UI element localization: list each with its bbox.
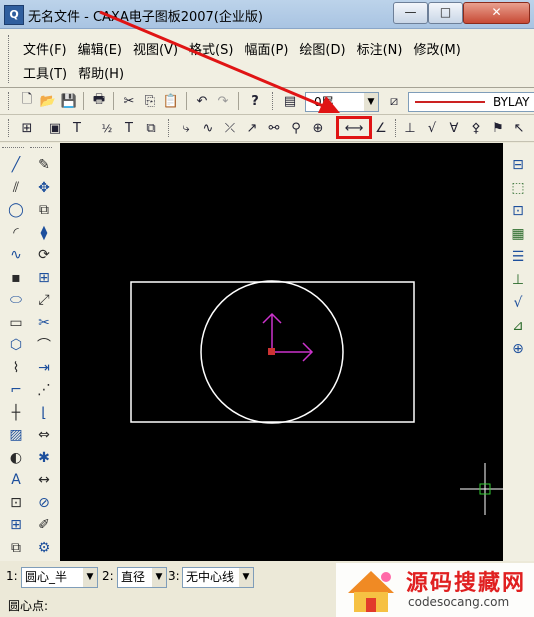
param-1-label: 1: <box>6 569 18 583</box>
param-2-select[interactable]: 直径 ▼ <box>117 567 167 588</box>
watermark-title: 源码搜藏网 <box>406 571 527 596</box>
param-3-select[interactable]: 无中心线 ▼ <box>182 567 254 588</box>
command-prompt: 圆心点: <box>8 599 49 613</box>
param-2-value: 直径 <box>121 570 146 584</box>
chevron-down-icon[interactable]: ▼ <box>83 568 97 587</box>
watermark-url: codesocang.com <box>408 595 510 609</box>
param-3-value: 无中心线 <box>186 570 235 584</box>
param-3-label: 3: <box>168 569 180 583</box>
chevron-down-icon[interactable]: ▼ <box>239 568 253 587</box>
house-logo-icon <box>348 571 394 612</box>
watermark: 源码搜藏网 codesocang.com <box>336 563 534 617</box>
param-1-value: 圆心_半 <box>25 570 68 584</box>
chevron-down-icon[interactable]: ▼ <box>152 568 166 587</box>
param-1-select[interactable]: 圆心_半 ▼ <box>21 567 98 588</box>
annotation-arrow <box>99 10 340 113</box>
param-2-label: 2: <box>102 569 114 583</box>
